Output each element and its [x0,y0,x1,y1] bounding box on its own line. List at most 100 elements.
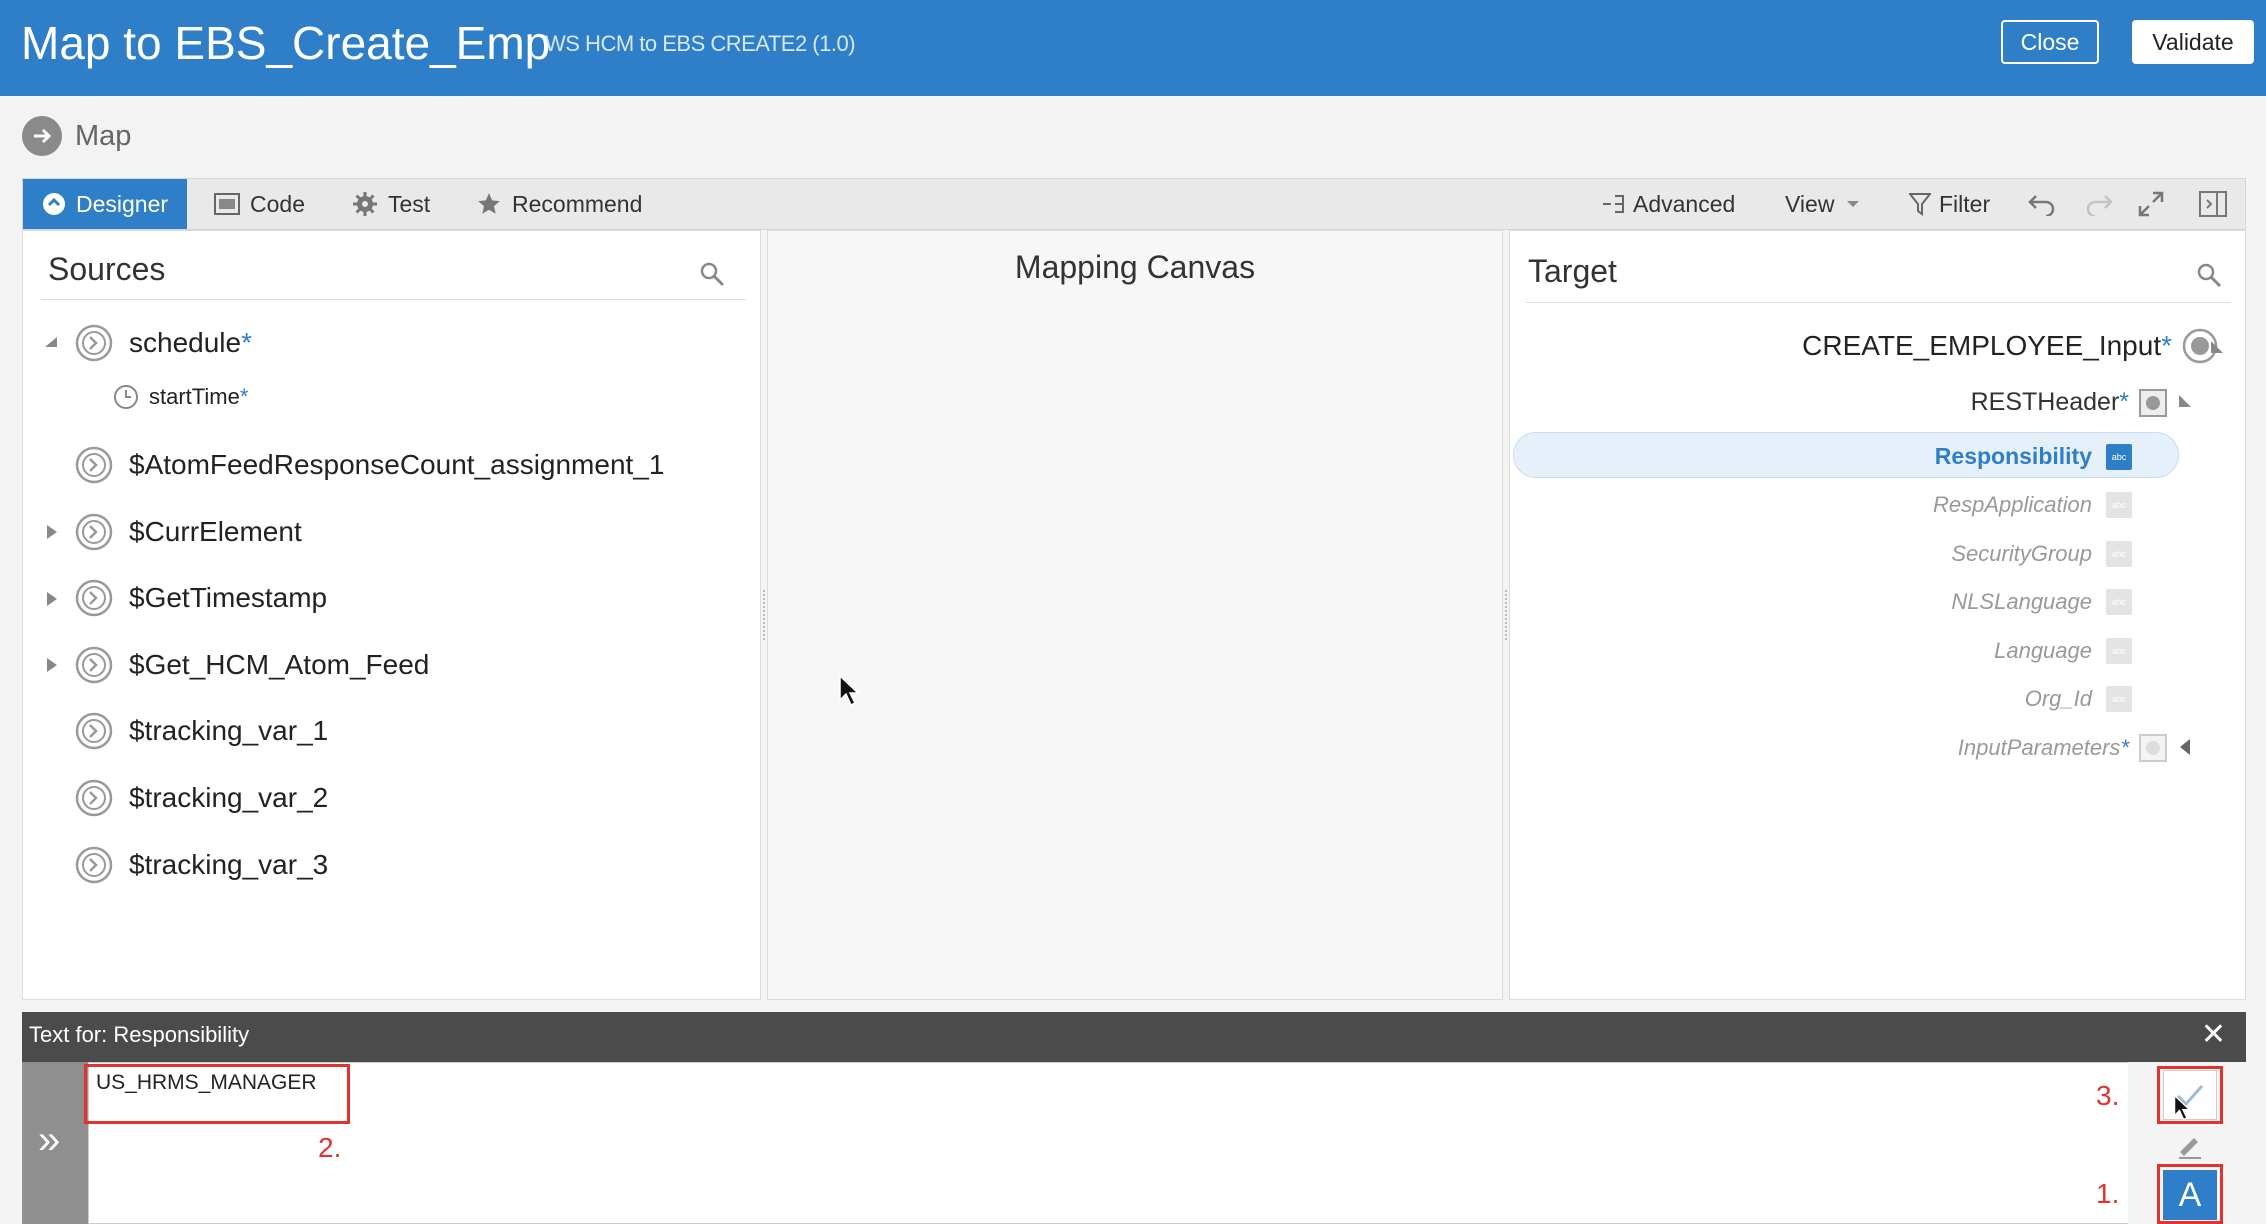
edit-pencil-icon[interactable] [2172,1128,2208,1164]
search-icon[interactable] [699,261,725,292]
mapper-toolbar: Designer Code Test Recommend Advanced Vi… [22,178,2246,230]
source-node-icon [75,846,113,884]
view-dropdown[interactable]: View [1785,179,1860,229]
tab-recommend[interactable]: Recommend [476,179,642,229]
field-label: Responsibility [1934,443,2092,469]
node-label: $GetTimestamp [129,582,328,613]
expand-caret-icon[interactable] [46,524,58,545]
node-label: InputParameters* [1957,735,2129,760]
annotation-2: 2. [318,1132,342,1163]
highlight-box-value [84,1064,350,1124]
collapse-caret-icon[interactable] [2210,340,2224,359]
collapse-caret-icon[interactable] [2178,394,2192,413]
search-icon[interactable] [2196,262,2222,293]
target-field-nlslanguage[interactable]: NLSLanguage abc [1951,589,2132,615]
filter-icon [1909,192,1931,216]
validate-button[interactable]: Validate [2132,20,2254,64]
chevron-down-icon [1846,199,1860,209]
field-label: Language [1994,638,2092,663]
source-node-icon [75,646,113,684]
target-node-restheader[interactable]: RESTHeader* [1971,388,2167,417]
filter-label: Filter [1939,190,1991,217]
source-node-icon [75,712,113,750]
node-label: $tracking_var_3 [129,849,329,880]
source-node-icon [75,446,113,484]
editor-gutter[interactable]: » [22,1062,88,1224]
target-field-securitygroup[interactable]: SecurityGroup abc [1951,541,2132,567]
star-icon [476,191,502,217]
expand-icon[interactable] [2138,179,2164,229]
tree-node-schedule[interactable]: schedule* [75,324,252,362]
tree-node-get-hcm-atom-feed[interactable]: $Get_HCM_Atom_Feed [75,646,429,684]
text-type-icon: abc [2106,541,2132,567]
tab-label: Designer [76,190,169,217]
expand-caret-icon[interactable] [46,591,58,612]
code-icon [214,192,240,216]
tab-test[interactable]: Test [352,179,430,229]
source-node-icon [75,779,113,817]
canvas-title: Mapping Canvas [1014,249,1256,285]
editor-title: Text for: Responsibility [29,1022,250,1047]
view-label: View [1785,190,1835,217]
expand-caret-icon[interactable] [46,657,58,678]
mapping-canvas[interactable]: Mapping Canvas [767,230,1503,1000]
tab-code[interactable]: Code [214,179,305,229]
source-node-icon [75,579,113,617]
splitter-handle[interactable] [761,590,767,640]
target-field-respapplication[interactable]: RespApplication abc [1933,492,2132,518]
target-node-inputparameters[interactable]: InputParameters* [1958,734,2167,762]
tree-node-tracking-var-1[interactable]: $tracking_var_1 [75,712,328,750]
tree-node-gettimestamp[interactable]: $GetTimestamp [75,579,327,617]
tree-node-currelement[interactable]: $CurrElement [75,513,302,551]
expand-caret-icon[interactable] [2179,738,2191,761]
text-type-icon: abc [2106,589,2132,615]
collapse-caret-icon[interactable] [44,336,58,355]
target-node-icon [2139,388,2167,417]
undo-icon[interactable] [2028,179,2056,229]
text-type-icon: abc [2106,638,2132,664]
filter-button[interactable]: Filter [1909,179,1990,229]
annotation-1: 1. [2096,1178,2120,1209]
target-field-org-id[interactable]: Org_Id abc [2025,686,2132,712]
target-title: Target [1528,253,1617,289]
source-node-icon [75,324,113,362]
tab-designer[interactable]: Designer [23,179,187,229]
tab-label: Recommend [512,190,643,217]
clock-icon [114,385,138,409]
advanced-label: Advanced [1633,190,1736,217]
map-icon [22,116,62,156]
close-button[interactable]: Close [2001,20,2099,64]
advanced-button[interactable]: Advanced [1601,179,1735,229]
text-type-icon: abc [2106,686,2132,712]
node-label: $tracking_var_1 [129,715,329,746]
text-value-input[interactable] [88,1062,2148,1224]
tree-node-atomfeedresponsecount[interactable]: $AtomFeedResponseCount_assignment_1 [75,446,664,484]
text-editor-header: Text for: Responsibility ✕ [22,1012,2246,1062]
close-icon[interactable]: ✕ [2201,1020,2226,1050]
node-label: $AtomFeedResponseCount_assignment_1 [129,449,665,480]
tree-node-tracking-var-3[interactable]: $tracking_var_3 [75,846,328,884]
node-label: CREATE_EMPLOYEE_Input* [1802,330,2172,361]
target-field-responsibility[interactable]: Responsibility abc [1935,443,2132,470]
text-type-icon: abc [2106,492,2132,518]
breadcrumb: Map [22,116,131,156]
tab-label: Test [388,190,431,217]
field-label: SecurityGroup [1951,541,2092,566]
panel-toggle-icon[interactable] [2199,179,2227,229]
node-label: schedule* [129,327,252,358]
target-node-icon [2139,734,2167,762]
tree-node-tracking-var-2[interactable]: $tracking_var_2 [75,779,328,817]
advanced-icon [1601,192,1625,216]
integration-subtitle: WS HCM to EBS CREATE2 (1.0) [545,31,856,56]
highlight-box-text-mode [2157,1164,2223,1224]
text-type-icon: abc [2106,443,2132,470]
field-label: Org_Id [2024,686,2092,711]
tree-node-starttime[interactable]: startTime* [113,384,248,410]
text-editor: » [22,1062,2246,1224]
target-node-create-employee-input[interactable]: CREATE_EMPLOYEE_Input* [1802,328,2218,364]
highlight-box-apply [2157,1066,2223,1124]
app-header: Map to EBS_Create_Emp WS HCM to EBS CREA… [0,0,2266,96]
designer-icon [42,192,66,216]
redo-icon[interactable] [2085,179,2113,229]
target-field-language[interactable]: Language abc [1994,638,2132,664]
